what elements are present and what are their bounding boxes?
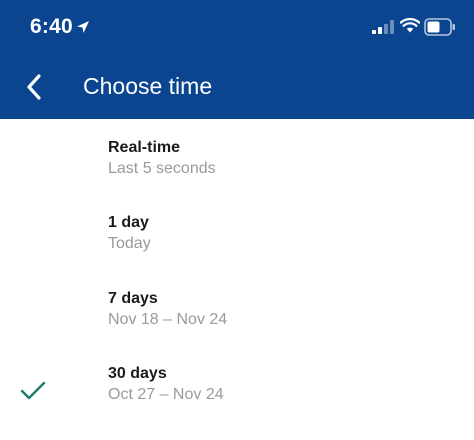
option-sublabel: Nov 18 – Nov 24 [108, 311, 228, 328]
option-30-days[interactable]: 30 days Oct 27 – Nov 24 [0, 365, 474, 440]
location-arrow-icon [77, 21, 89, 33]
option-label: 1 day [108, 214, 149, 231]
wifi-icon [400, 18, 420, 33]
cellular-signal-icon [372, 20, 394, 34]
option-label: 7 days [108, 290, 158, 307]
option-7-days[interactable]: 7 days Nov 18 – Nov 24 [0, 290, 474, 365]
option-label: 30 days [108, 365, 167, 382]
back-button[interactable] [18, 70, 50, 104]
option-sublabel: Oct 27 – Nov 24 [108, 386, 224, 403]
option-label: Real-time [108, 139, 181, 156]
option-real-time[interactable]: Real-time Last 5 seconds [0, 139, 474, 214]
app-header: 6:40 Choose time [0, 0, 474, 119]
status-bar-time: 6:40 [30, 15, 73, 38]
page-title: Choose time [83, 73, 213, 99]
option-sublabel: Today [108, 235, 151, 252]
back-chevron-icon [27, 74, 41, 100]
option-sublabel: Last 5 seconds [108, 160, 216, 177]
battery-icon [424, 18, 455, 36]
option-1-day[interactable]: 1 day Today [0, 214, 474, 289]
checkmark-icon [20, 381, 46, 400]
